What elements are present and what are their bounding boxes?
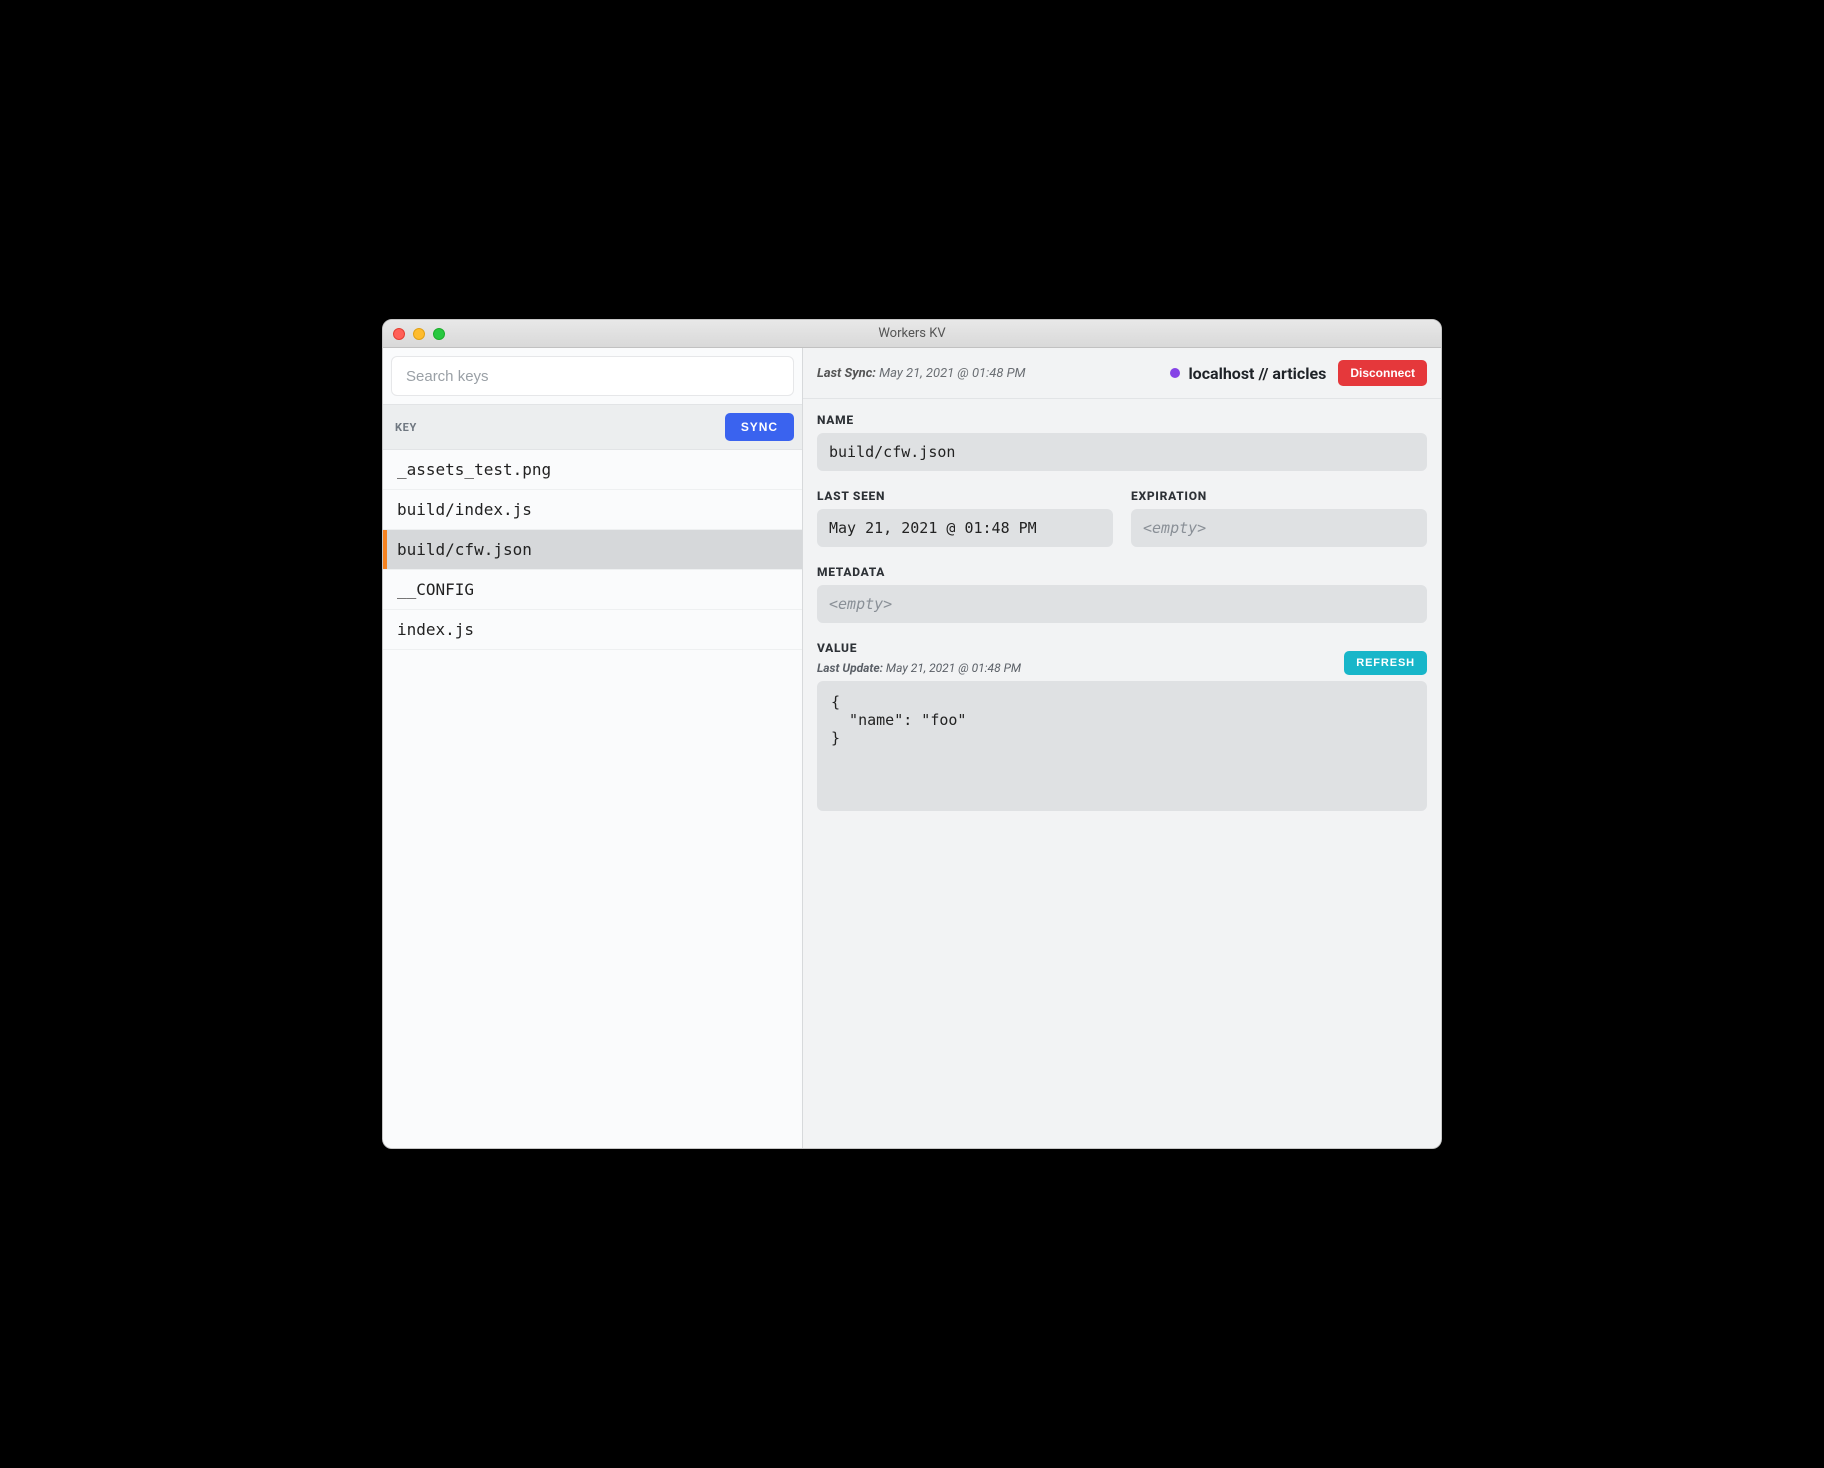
topbar: Last Sync: May 21, 2021 @ 01:48 PM local…: [803, 348, 1441, 399]
value-label: VALUE: [817, 641, 1021, 655]
name-label: NAME: [817, 413, 1427, 427]
last-update: Last Update: May 21, 2021 @ 01:48 PM: [817, 661, 1021, 675]
window-body: KEY SYNC _assets_test.pngbuild/index.jsb…: [383, 348, 1441, 1148]
key-item[interactable]: index.js: [383, 610, 802, 650]
last-update-label: Last Update:: [817, 661, 883, 675]
key-item[interactable]: _assets_test.png: [383, 450, 802, 490]
expiration-value: <empty>: [1131, 509, 1427, 547]
connection-area: localhost // articles Disconnect: [1170, 360, 1427, 386]
last-update-value: May 21, 2021 @ 01:48 PM: [886, 661, 1021, 675]
sidebar: KEY SYNC _assets_test.pngbuild/index.jsb…: [383, 348, 803, 1148]
section-name: NAME build/cfw.json: [817, 413, 1427, 471]
last-sync-label: Last Sync:: [817, 366, 876, 381]
sync-button[interactable]: SYNC: [725, 413, 794, 441]
traffic-lights: [393, 328, 445, 340]
key-list: _assets_test.pngbuild/index.jsbuild/cfw.…: [383, 450, 802, 1148]
key-item[interactable]: build/index.js: [383, 490, 802, 530]
titlebar: Workers KV: [383, 320, 1441, 348]
last-seen-label: LAST SEEN: [817, 489, 1113, 503]
metadata-value: <empty>: [817, 585, 1427, 623]
last-sync: Last Sync: May 21, 2021 @ 01:48 PM: [817, 366, 1026, 381]
detail-content: NAME build/cfw.json LAST SEEN May 21, 20…: [803, 399, 1441, 1148]
last-sync-value: May 21, 2021 @ 01:48 PM: [879, 366, 1025, 381]
status-dot-icon: [1170, 368, 1180, 378]
section-metadata: METADATA <empty>: [817, 565, 1427, 623]
search-input[interactable]: [391, 356, 794, 396]
expiration-label: EXPIRATION: [1131, 489, 1427, 503]
value-body: { "name": "foo" }: [817, 681, 1427, 811]
connection-text: localhost // articles: [1188, 364, 1326, 383]
app-window: Workers KV KEY SYNC _assets_test.pngbuil…: [382, 319, 1442, 1149]
key-item[interactable]: __CONFIG: [383, 570, 802, 610]
metadata-label: METADATA: [817, 565, 1427, 579]
minimize-icon[interactable]: [413, 328, 425, 340]
close-icon[interactable]: [393, 328, 405, 340]
key-header-label: KEY: [395, 421, 417, 434]
connection-label: localhost // articles: [1170, 364, 1326, 383]
key-item[interactable]: build/cfw.json: [383, 530, 802, 570]
last-seen-value: May 21, 2021 @ 01:48 PM: [817, 509, 1113, 547]
window-title: Workers KV: [383, 326, 1441, 341]
refresh-button[interactable]: REFRESH: [1344, 651, 1427, 675]
name-value: build/cfw.json: [817, 433, 1427, 471]
section-value: VALUE Last Update: May 21, 2021 @ 01:48 …: [817, 641, 1427, 811]
section-seen-expiration: LAST SEEN May 21, 2021 @ 01:48 PM EXPIRA…: [817, 489, 1427, 547]
disconnect-button[interactable]: Disconnect: [1338, 360, 1427, 386]
main-panel: Last Sync: May 21, 2021 @ 01:48 PM local…: [803, 348, 1441, 1148]
zoom-icon[interactable]: [433, 328, 445, 340]
key-list-header: KEY SYNC: [383, 404, 802, 450]
